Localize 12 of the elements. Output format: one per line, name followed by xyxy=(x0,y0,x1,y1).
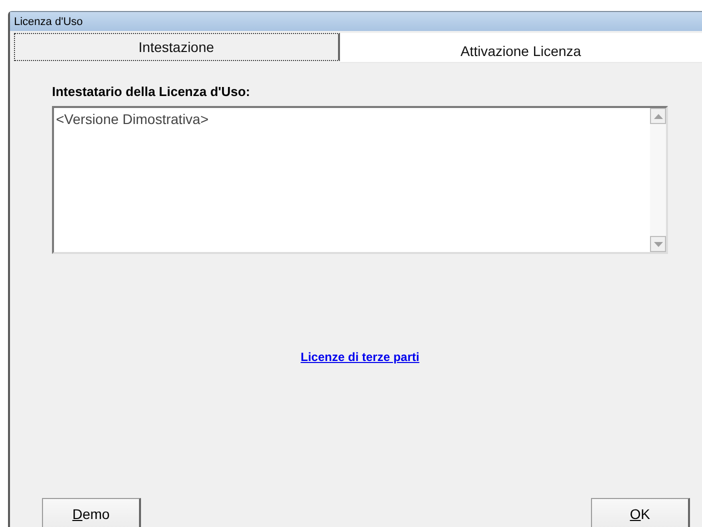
field-label: Intestatario della Licenza d'Uso: xyxy=(52,84,252,99)
scroll-up-icon[interactable] xyxy=(654,114,662,118)
holder-text-area[interactable]: <Versione Dimostrativa> xyxy=(52,106,668,254)
tab[interactable]: Intestazione xyxy=(14,33,340,61)
tab[interactable]: Attivazione Licenza xyxy=(340,33,702,63)
window-title: Licenza d'Uso xyxy=(10,12,702,31)
third-party-licenses-link[interactable]: Licenze di terze parti xyxy=(300,350,420,364)
scroll-down-icon[interactable] xyxy=(654,242,662,246)
demo-button[interactable]: Demo xyxy=(42,498,141,527)
holder-text: <Versione Dimostrativa> xyxy=(55,110,210,129)
ok-button[interactable]: OK xyxy=(591,498,690,527)
scroll-bar[interactable] xyxy=(650,108,666,252)
